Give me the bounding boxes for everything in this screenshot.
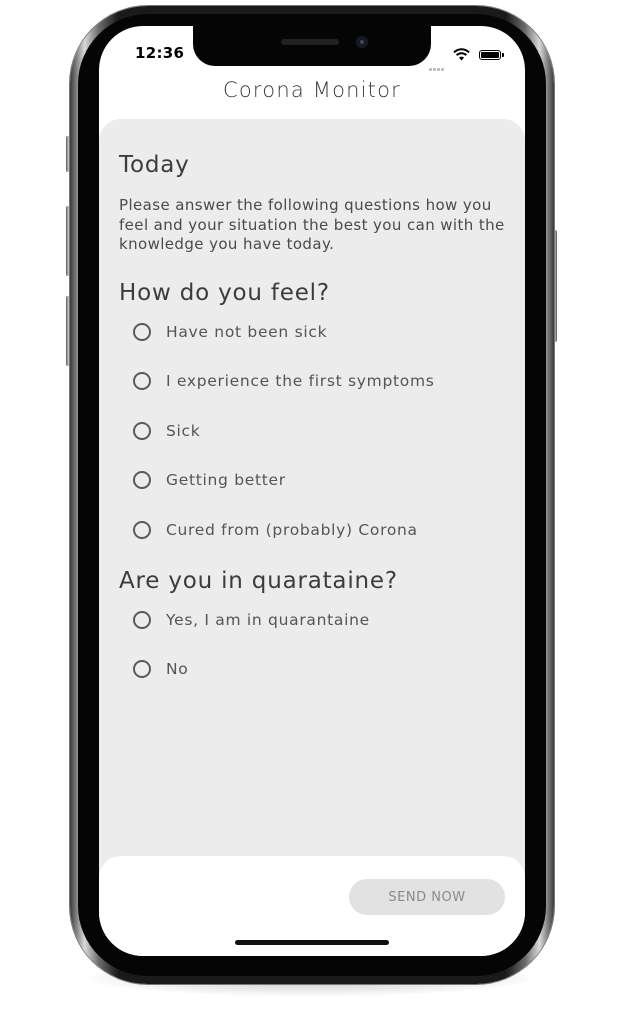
- feel-option-sick[interactable]: Sick: [133, 419, 200, 443]
- battery-icon: [479, 50, 504, 60]
- cellular-signal-icon: [429, 56, 445, 71]
- radio-unchecked-icon[interactable]: [133, 471, 151, 489]
- questionnaire-card: Today Please answer the following questi…: [99, 119, 525, 879]
- option-label: Getting better: [166, 471, 286, 489]
- quarantine-option-no[interactable]: No: [133, 657, 188, 681]
- feel-option-cured[interactable]: Cured from (probably) Corona: [133, 518, 418, 542]
- option-label: Sick: [166, 422, 201, 440]
- option-label: No: [166, 660, 189, 678]
- feel-option-getting-better[interactable]: Getting better: [133, 468, 286, 492]
- option-label: Have not been sick: [166, 323, 328, 341]
- radio-unchecked-icon[interactable]: [133, 422, 151, 440]
- radio-unchecked-icon[interactable]: [133, 660, 151, 678]
- send-now-button[interactable]: SEND NOW: [349, 879, 505, 915]
- app-title: Corona Monitor: [222, 78, 401, 102]
- option-label: Yes, I am in quarantaine: [166, 611, 370, 629]
- earpiece-speaker: [281, 39, 339, 45]
- radio-unchecked-icon[interactable]: [133, 521, 151, 539]
- feel-question-heading: How do you feel?: [119, 280, 330, 306]
- quarantine-option-yes[interactable]: Yes, I am in quarantaine: [133, 608, 370, 632]
- radio-unchecked-icon[interactable]: [133, 611, 151, 629]
- status-time: 12:36: [135, 44, 185, 62]
- wifi-icon: [453, 48, 470, 61]
- today-heading: Today: [119, 152, 190, 178]
- radio-unchecked-icon[interactable]: [133, 372, 151, 390]
- feel-option-first-symptoms[interactable]: I experience the first symptoms: [133, 369, 435, 393]
- option-label: Cured from (probably) Corona: [166, 521, 418, 539]
- notch: [193, 26, 431, 66]
- feel-option-not-sick[interactable]: Have not been sick: [133, 320, 327, 344]
- radio-unchecked-icon[interactable]: [133, 323, 151, 341]
- phone-screen: 12:36 Corona Monitor Today Please answer…: [99, 26, 525, 956]
- front-camera-icon: [356, 36, 368, 48]
- intro-text: Please answer the following questions ho…: [119, 196, 505, 253]
- quarantine-question-heading: Are you in quarataine?: [119, 568, 398, 594]
- option-label: I experience the first symptoms: [166, 372, 435, 390]
- home-indicator[interactable]: [235, 940, 389, 945]
